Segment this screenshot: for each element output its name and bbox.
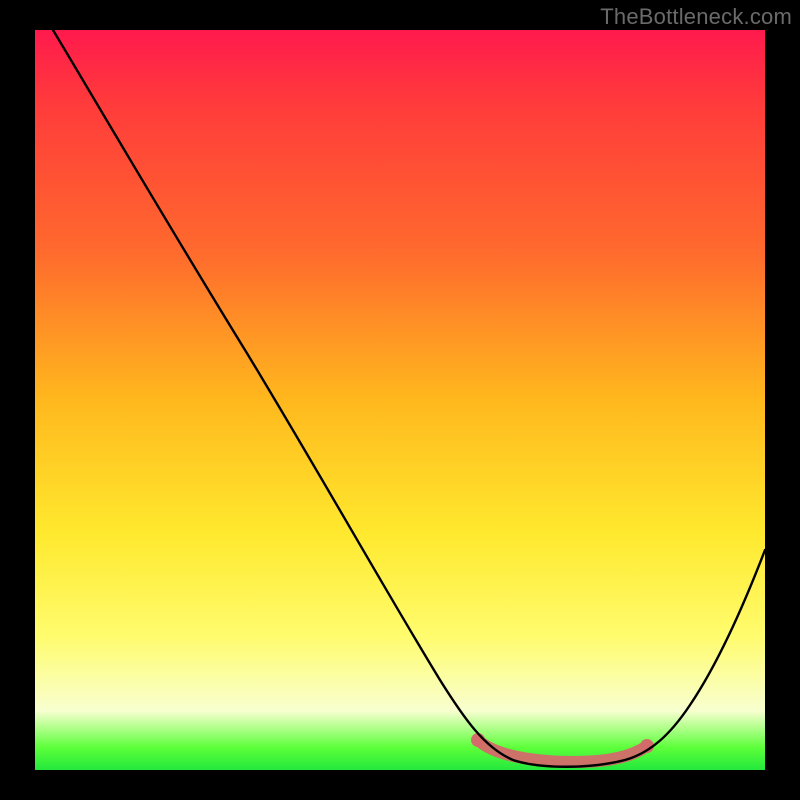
highlight-segment [478, 740, 647, 762]
plot-area [35, 30, 765, 770]
watermark-text: TheBottleneck.com [600, 4, 792, 30]
chart-frame: TheBottleneck.com [0, 0, 800, 800]
bottleneck-curve [53, 30, 765, 767]
curve-svg [35, 30, 765, 770]
